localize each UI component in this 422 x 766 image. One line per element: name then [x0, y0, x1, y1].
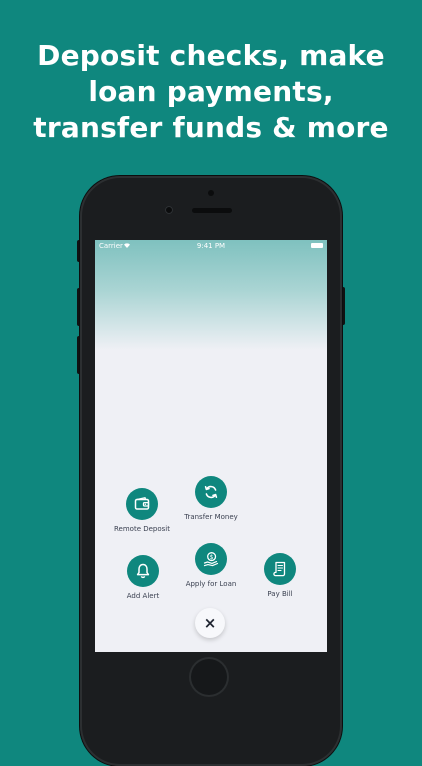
phone-earpiece — [192, 208, 232, 213]
remote-deposit-button[interactable]: Remote Deposit — [102, 488, 182, 533]
svg-text:$: $ — [210, 554, 214, 561]
transfer-money-button[interactable]: Transfer Money — [171, 476, 251, 521]
close-button[interactable]: × — [195, 608, 225, 638]
phone-camera — [165, 206, 173, 214]
apply-for-loan-button[interactable]: $ Apply for Loan — [171, 543, 251, 588]
transfer-money-label: Transfer Money — [184, 513, 238, 521]
close-icon: × — [203, 614, 217, 632]
add-alert-label: Add Alert — [126, 592, 160, 600]
receipt-icon — [264, 553, 296, 585]
pay-bill-label: Pay Bill — [267, 590, 293, 598]
phone-screen: Carrier 9:41 PM Remote Deposit Transfer … — [95, 240, 327, 652]
remote-deposit-label: Remote Deposit — [114, 525, 170, 533]
headline-line-2: loan payments, — [88, 75, 334, 108]
headline-line-1: Deposit checks, make — [37, 39, 385, 72]
phone-home-button[interactable] — [191, 659, 227, 695]
wallet-icon — [126, 488, 158, 520]
status-time: 9:41 PM — [196, 242, 226, 250]
apply-for-loan-label: Apply for Loan — [185, 580, 237, 588]
headline-line-3: transfer funds & more — [33, 111, 389, 144]
bell-icon — [127, 555, 159, 587]
headline: Deposit checks, make loan payments, tran… — [0, 38, 422, 146]
phone-sensor — [208, 190, 214, 196]
refresh-icon — [195, 476, 227, 508]
money-hand-icon: $ — [195, 543, 227, 575]
status-bar: Carrier 9:41 PM — [95, 240, 327, 254]
battery-icon — [311, 243, 323, 248]
header-gradient — [95, 240, 327, 350]
pay-bill-button[interactable]: Pay Bill — [240, 553, 320, 598]
